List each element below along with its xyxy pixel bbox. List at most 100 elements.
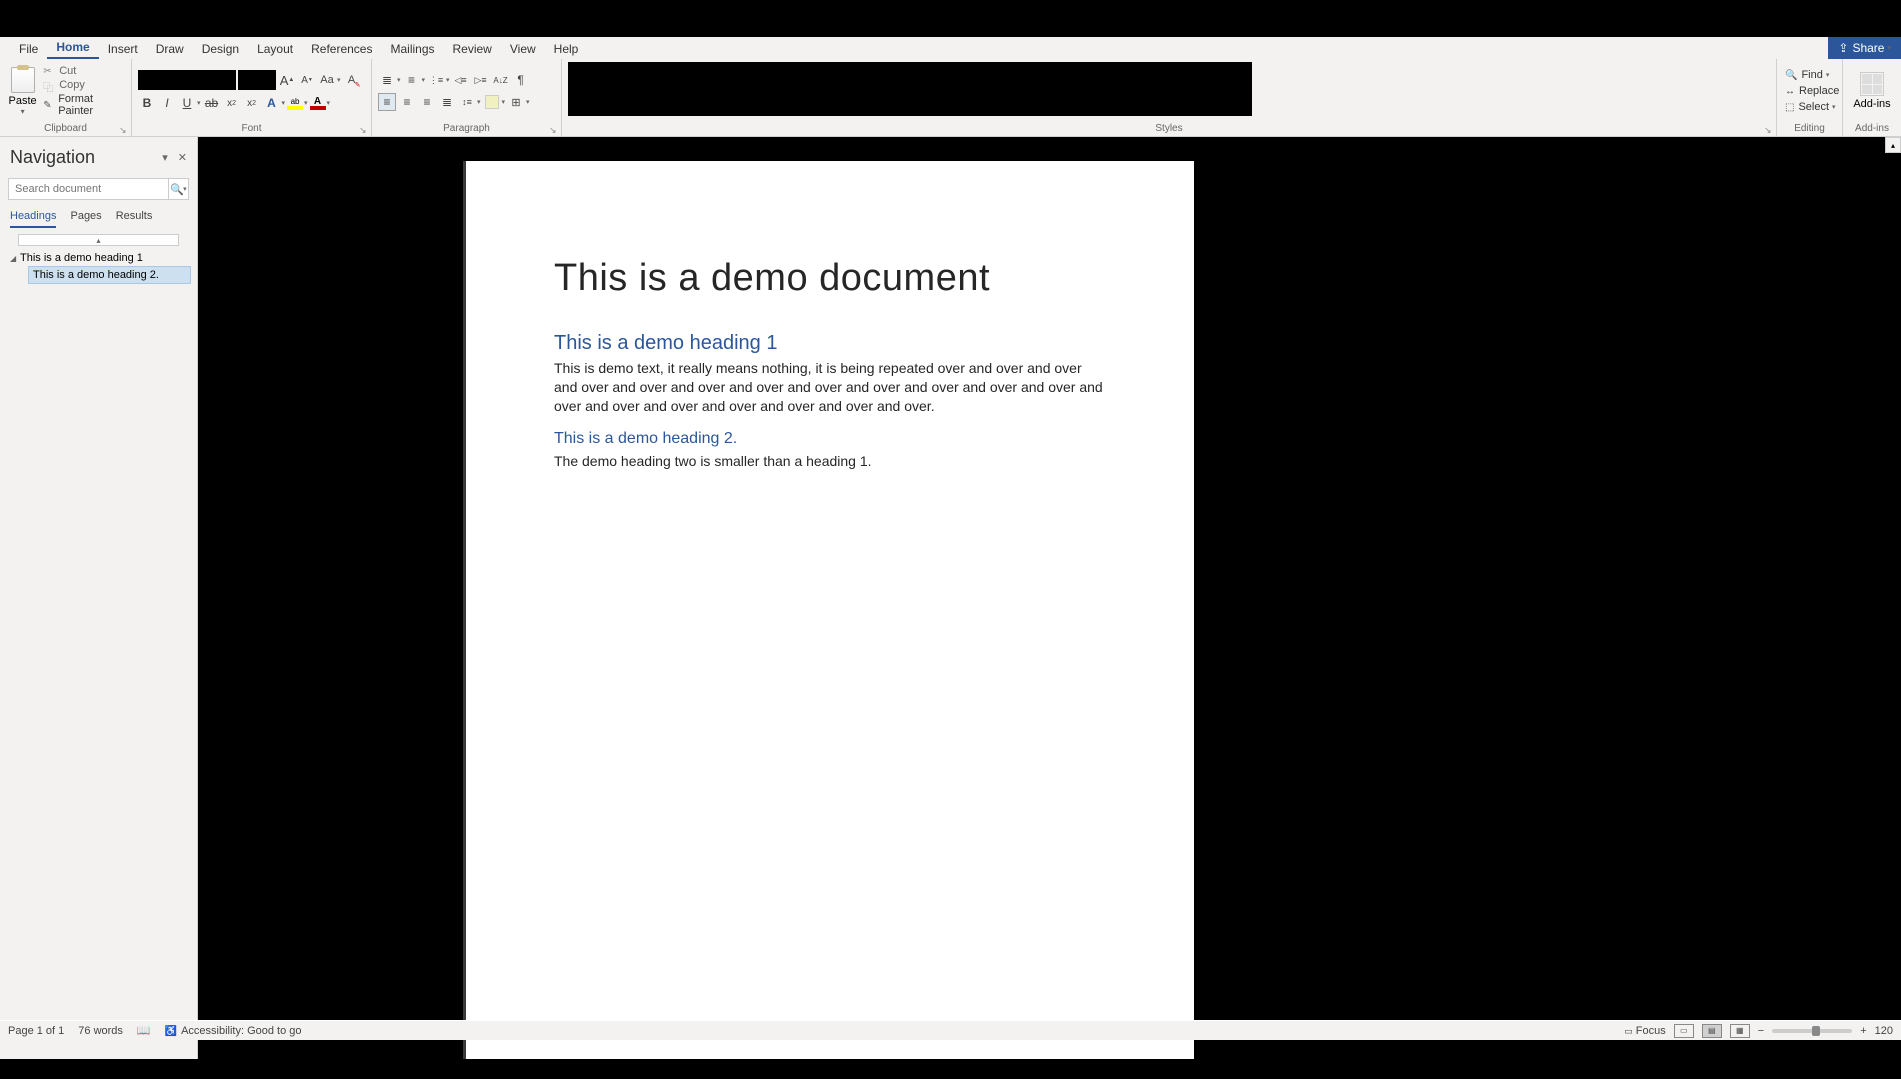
- borders-button[interactable]: [507, 93, 525, 111]
- chevron-down-icon[interactable]: ▾: [304, 99, 308, 107]
- align-left-button[interactable]: [378, 93, 396, 111]
- tab-home[interactable]: Home: [47, 37, 98, 59]
- underline-button[interactable]: U: [178, 94, 196, 112]
- multilevel-list-button[interactable]: [427, 71, 445, 89]
- tab-view[interactable]: View: [501, 39, 545, 59]
- tree-item-heading2[interactable]: This is a demo heading 2.: [28, 266, 191, 284]
- search-icon[interactable]: 🔍▾: [168, 179, 188, 199]
- nav-tab-headings[interactable]: Headings: [10, 210, 56, 228]
- spelling-icon[interactable]: 📖: [137, 1024, 151, 1037]
- chevron-down-icon[interactable]: ▾: [422, 76, 426, 84]
- tab-review[interactable]: Review: [444, 39, 501, 59]
- tab-layout[interactable]: Layout: [248, 39, 302, 59]
- paste-button[interactable]: Paste ▾: [6, 61, 39, 121]
- tab-mailings[interactable]: Mailings: [381, 39, 443, 59]
- format-painter-button[interactable]: Format Painter: [43, 93, 125, 117]
- body-paragraph[interactable]: The demo heading two is smaller than a h…: [554, 452, 1106, 471]
- chevron-down-icon[interactable]: ▾: [526, 98, 530, 106]
- clear-formatting-button[interactable]: [343, 71, 361, 89]
- dialog-launcher-icon[interactable]: ↘: [119, 125, 129, 135]
- select-button[interactable]: Select ▾: [1783, 100, 1836, 114]
- zoom-in-button[interactable]: +: [1860, 1025, 1866, 1037]
- document-canvas[interactable]: This is a demo document This is a demo h…: [198, 137, 1901, 1059]
- font-size-input[interactable]: [238, 70, 276, 90]
- chevron-down-icon[interactable]: ▾: [1832, 103, 1836, 111]
- styles-gallery[interactable]: [568, 62, 1252, 116]
- bold-button[interactable]: B: [138, 94, 156, 112]
- tab-draw[interactable]: Draw: [147, 39, 193, 59]
- tab-file[interactable]: File: [10, 39, 47, 59]
- tab-insert[interactable]: Insert: [99, 39, 147, 59]
- chevron-down-icon[interactable]: ▾: [282, 99, 286, 107]
- zoom-out-button[interactable]: −: [1758, 1025, 1764, 1037]
- close-icon[interactable]: ✕: [178, 151, 187, 164]
- heading-1[interactable]: This is a demo heading 1: [554, 332, 1106, 355]
- zoom-thumb[interactable]: [1812, 1026, 1820, 1036]
- chevron-down-icon[interactable]: ▾: [477, 98, 481, 106]
- show-hide-marks-button[interactable]: [512, 71, 530, 89]
- share-button[interactable]: ⇪ Share ▾: [1828, 37, 1901, 59]
- decrease-indent-button[interactable]: [452, 71, 470, 89]
- tab-design[interactable]: Design: [193, 39, 248, 59]
- dialog-launcher-icon[interactable]: ↘: [1764, 125, 1774, 135]
- line-spacing-button[interactable]: [458, 93, 476, 111]
- print-layout-button[interactable]: ▤: [1702, 1024, 1722, 1038]
- font-color-button[interactable]: [310, 96, 326, 110]
- read-mode-button[interactable]: ▭: [1674, 1024, 1694, 1038]
- highlight-button[interactable]: [287, 96, 303, 110]
- tab-references[interactable]: References: [302, 39, 381, 59]
- search-document-box[interactable]: 🔍▾: [8, 178, 189, 200]
- chevron-down-icon[interactable]: ▾: [502, 98, 506, 106]
- tab-help[interactable]: Help: [545, 39, 588, 59]
- align-right-button[interactable]: [418, 93, 436, 111]
- nav-tab-results[interactable]: Results: [116, 210, 153, 228]
- italic-button[interactable]: I: [158, 94, 176, 112]
- grow-font-button[interactable]: [278, 71, 296, 89]
- justify-button[interactable]: [438, 93, 456, 111]
- find-button[interactable]: Find ▾: [1783, 68, 1836, 82]
- jump-to-top-button[interactable]: ▴: [18, 234, 179, 246]
- document-title[interactable]: This is a demo document: [554, 257, 1106, 300]
- shrink-font-button[interactable]: [298, 71, 316, 89]
- chevron-down-icon[interactable]: ▾: [397, 76, 401, 84]
- page[interactable]: This is a demo document This is a demo h…: [466, 161, 1194, 1059]
- increase-indent-button[interactable]: [472, 71, 490, 89]
- nav-tab-pages[interactable]: Pages: [70, 210, 101, 228]
- search-input[interactable]: [9, 183, 168, 195]
- dialog-launcher-icon[interactable]: ↘: [549, 125, 559, 135]
- strikethrough-button[interactable]: ab: [203, 94, 221, 112]
- heading-2[interactable]: This is a demo heading 2.: [554, 430, 1106, 448]
- sort-button[interactable]: [492, 71, 510, 89]
- dialog-launcher-icon[interactable]: ↘: [359, 125, 369, 135]
- zoom-slider[interactable]: [1772, 1029, 1852, 1033]
- chevron-down-icon[interactable]: ▾: [446, 76, 450, 84]
- chevron-down-icon[interactable]: ▾: [327, 99, 331, 107]
- addins-button[interactable]: Add-ins: [1849, 61, 1895, 121]
- tree-item-heading1[interactable]: ◢ This is a demo heading 1: [6, 250, 191, 266]
- shading-button[interactable]: [483, 93, 501, 111]
- chevron-down-icon[interactable]: ▾: [1826, 71, 1830, 79]
- numbering-button[interactable]: [403, 71, 421, 89]
- superscript-button[interactable]: [243, 94, 261, 112]
- subscript-button[interactable]: [223, 94, 241, 112]
- chevron-down-icon[interactable]: ▾: [21, 107, 25, 116]
- bullets-button[interactable]: [378, 71, 396, 89]
- zoom-level[interactable]: 120: [1875, 1025, 1893, 1037]
- word-count[interactable]: 76 words: [78, 1025, 123, 1037]
- page-count[interactable]: Page 1 of 1: [8, 1025, 64, 1037]
- focus-mode-button[interactable]: Focus: [1624, 1025, 1666, 1037]
- accessibility-status[interactable]: Accessibility: Good to go: [165, 1025, 302, 1037]
- chevron-down-icon[interactable]: ▾: [162, 151, 168, 164]
- chevron-down-icon[interactable]: ▾: [197, 99, 201, 107]
- scroll-up-button[interactable]: ▴: [1885, 137, 1901, 153]
- body-paragraph[interactable]: This is demo text, it really means nothi…: [554, 359, 1106, 416]
- align-center-button[interactable]: [398, 93, 416, 111]
- font-name-input[interactable]: [138, 70, 236, 90]
- paste-icon: [11, 67, 35, 93]
- web-layout-button[interactable]: ▦: [1730, 1024, 1750, 1038]
- text-effects-button[interactable]: [263, 94, 281, 112]
- collapse-icon[interactable]: ◢: [10, 254, 20, 263]
- chevron-down-icon[interactable]: ▾: [337, 76, 341, 84]
- replace-button[interactable]: Replace: [1783, 84, 1836, 98]
- change-case-button[interactable]: [318, 71, 336, 89]
